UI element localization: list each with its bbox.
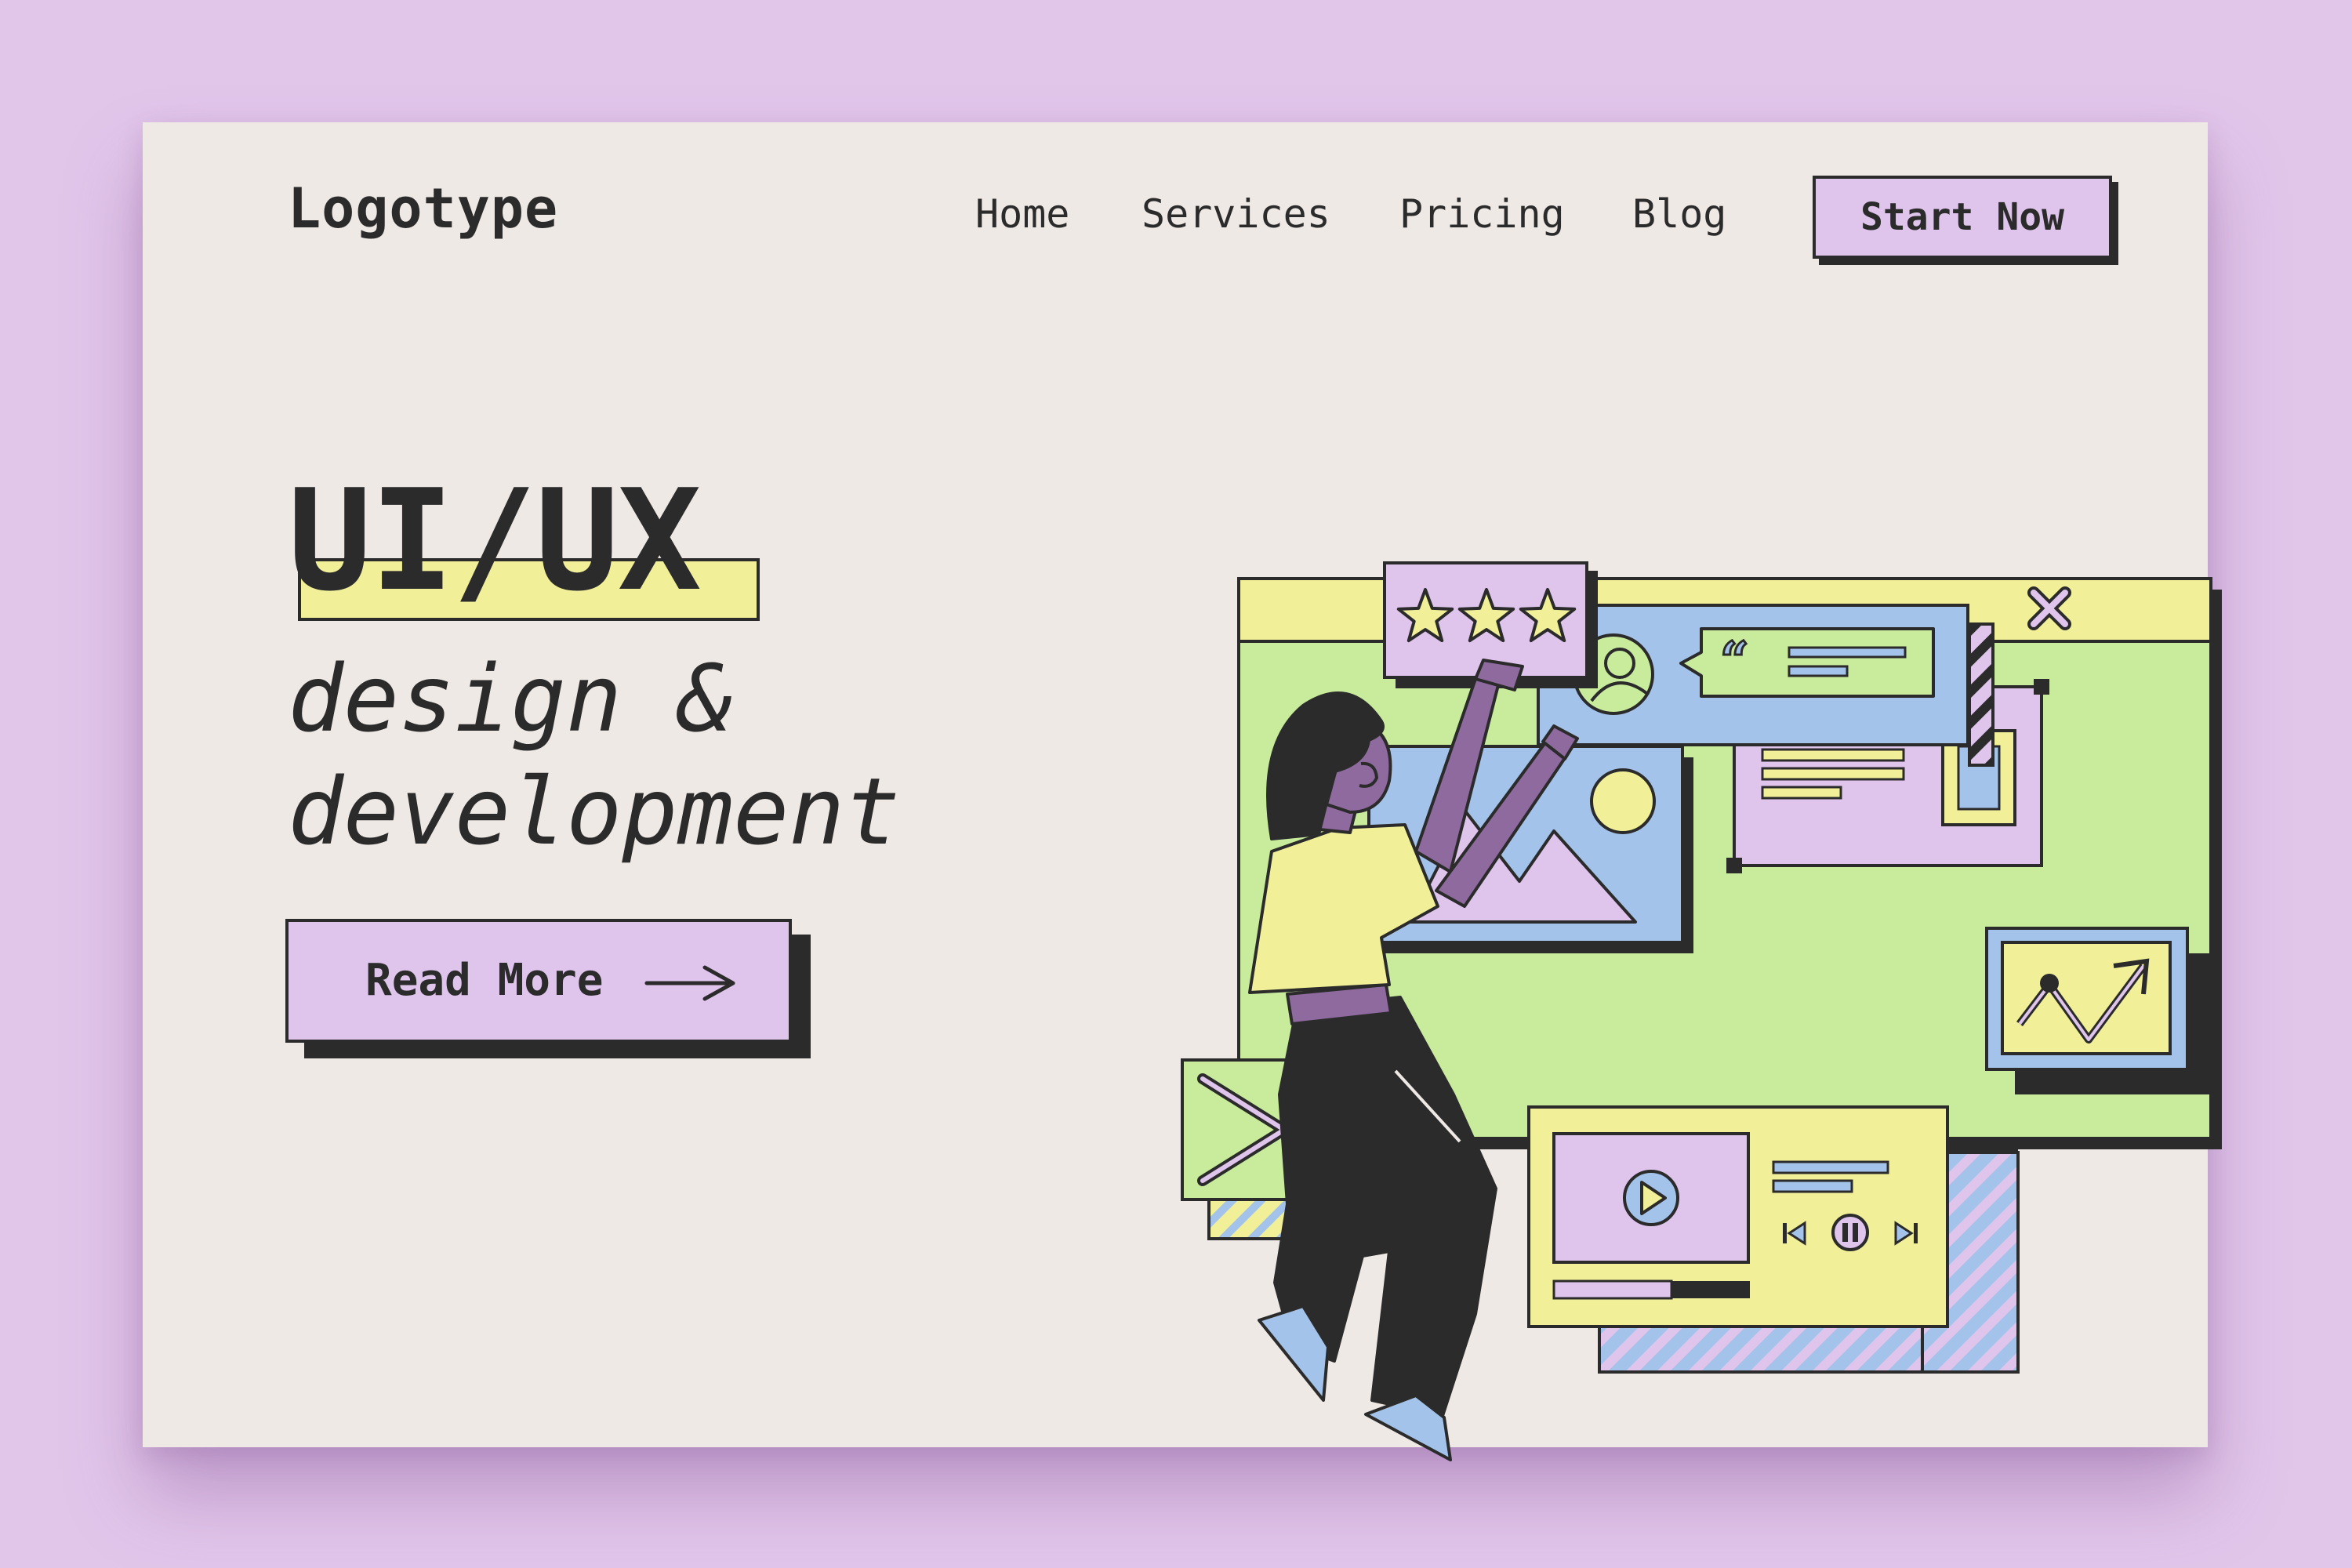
start-now-button[interactable]: Start Now xyxy=(1813,176,2112,259)
subtitle-line-2: development xyxy=(288,757,901,866)
landing-page: Logotype Home Services Pricing Blog Star… xyxy=(143,122,2222,1461)
pause-icon xyxy=(1831,1214,1869,1251)
video-progress-fill xyxy=(1552,1279,1673,1300)
hero-subtitle: design & development xyxy=(288,643,993,869)
logotype[interactable]: Logotype xyxy=(288,181,558,236)
nav-blog-link[interactable]: Blog xyxy=(1632,194,1726,234)
nav-home-link[interactable]: Home xyxy=(975,194,1069,234)
trend-chart-card xyxy=(1985,927,2216,1094)
hero-title: UI/UX xyxy=(288,459,702,622)
quote-mark-icon: “ xyxy=(1720,631,1749,690)
nav-services-link[interactable]: Services xyxy=(1142,194,1330,234)
nav-pricing-link[interactable]: Pricing xyxy=(1399,194,1565,234)
arrow-right-icon xyxy=(644,965,735,1001)
play-icon xyxy=(1623,1170,1679,1226)
read-more-label: Read More xyxy=(365,955,604,1006)
video-player-card xyxy=(1527,1105,2020,1374)
top-navigation: Logotype Home Services Pricing Blog Star… xyxy=(143,122,2208,279)
read-more-button[interactable]: Read More xyxy=(285,919,792,1043)
ui-design-illustration: “ xyxy=(1181,561,2222,1461)
testimonial-card: “ xyxy=(1537,604,1994,767)
subtitle-line-1: design & xyxy=(288,644,734,753)
